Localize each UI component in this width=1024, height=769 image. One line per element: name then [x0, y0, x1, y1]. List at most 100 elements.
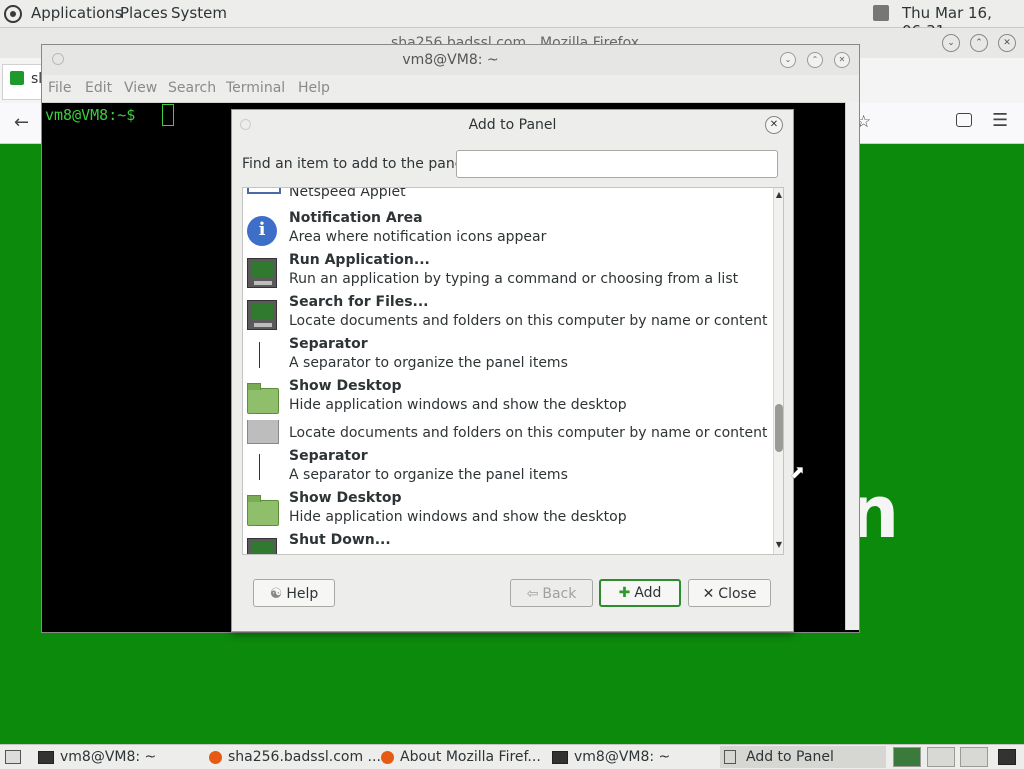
item-name: Netspeed Applet — [289, 187, 406, 200]
help-icon: ☯ — [269, 586, 283, 602]
list-item[interactable]: Locate documents and folders on this com… — [243, 420, 767, 448]
scrollbar-thumb[interactable] — [775, 404, 783, 452]
maximize-icon[interactable]: ⌃ — [807, 52, 823, 68]
dialog-title: Add to Panel — [468, 117, 557, 133]
top-panel: Applications Places System Thu Mar 16, 0… — [0, 0, 1024, 40]
firefox-icon — [209, 750, 222, 764]
trash-icon[interactable] — [998, 749, 1016, 765]
folder-icon — [247, 495, 279, 526]
taskbar-item-label: vm8@VM8: ~ — [574, 749, 671, 765]
terminal-menu-terminal[interactable]: Terminal — [226, 80, 285, 96]
window-icon — [724, 750, 736, 764]
close-icon[interactable]: ✕ — [998, 34, 1016, 52]
taskbar-item-firefox[interactable]: sha256.badssl.com ... — [209, 746, 381, 768]
terminal-menu-file[interactable]: File — [48, 80, 71, 96]
scroll-down-arrow-icon[interactable]: ▼ — [774, 540, 783, 549]
terminal-icon — [38, 750, 54, 764]
add-to-panel-dialog: Add to Panel ✕ Find an item to add to th… — [231, 109, 794, 632]
folder-icon — [247, 383, 279, 414]
window-menu-icon[interactable] — [240, 119, 251, 130]
list-item[interactable]: Search for Files... Locate documents and… — [243, 294, 768, 336]
list-item[interactable]: Separator A separator to organize the pa… — [243, 336, 767, 378]
workspace-2[interactable] — [927, 747, 955, 767]
firefox-icon — [381, 750, 394, 764]
terminal-menu-help[interactable]: Help — [298, 80, 330, 96]
back-arrow-icon[interactable]: ← — [14, 112, 29, 133]
terminal-title: vm8@VM8: ~ — [402, 52, 499, 68]
taskbar-item-firefox-about[interactable]: About Mozilla Firef... — [381, 746, 541, 768]
applet-list[interactable]: Netspeed Applet i Notification Area Area… — [242, 187, 784, 555]
taskbar-item-label: About Mozilla Firef... — [400, 749, 541, 765]
terminal-menu-edit[interactable]: Edit — [85, 80, 112, 96]
taskbar-item-terminal-2[interactable]: vm8@VM8: ~ — [552, 746, 670, 768]
terminal-cursor — [162, 104, 174, 126]
close-icon[interactable]: ✕ — [834, 52, 850, 68]
item-name: Search for Files... — [289, 294, 429, 310]
maximize-icon[interactable]: ⌃ — [970, 34, 988, 52]
terminal-titlebar: vm8@VM8: ~ ⌄ ⌃ ✕ — [42, 45, 859, 75]
monitor-icon — [247, 258, 277, 288]
close-button[interactable]: ✕ Close — [688, 579, 771, 607]
scroll-up-arrow-icon[interactable]: ▲ — [774, 190, 783, 199]
minimize-icon[interactable]: ⌄ — [780, 52, 796, 68]
terminal-menu-view[interactable]: View — [124, 80, 157, 96]
item-name: Run Application... — [289, 252, 430, 268]
info-icon: i — [247, 216, 277, 246]
distro-logo-icon[interactable] — [4, 5, 22, 23]
back-arrow-icon: ⇦ — [526, 586, 539, 602]
monitor-icon — [247, 300, 277, 330]
close-icon[interactable]: ✕ — [765, 116, 783, 134]
list-item[interactable]: i Notification Area Area where notificat… — [243, 210, 767, 252]
separator-icon — [259, 342, 260, 368]
item-name: Show Desktop — [289, 490, 402, 506]
close-button-label: Close — [718, 586, 757, 602]
pocket-icon[interactable] — [956, 113, 972, 127]
list-scrollbar[interactable]: ▲ ▼ — [773, 188, 783, 554]
item-name: Show Desktop — [289, 378, 402, 394]
taskbar-item-terminal[interactable]: vm8@VM8: ~ — [38, 746, 156, 768]
back-button-label: Back — [542, 586, 577, 602]
workspace-1[interactable] — [893, 747, 921, 767]
show-desktop-icon[interactable] — [5, 750, 21, 764]
item-description: Area where notification icons appear — [289, 229, 547, 245]
taskbar-item-label: Add to Panel — [746, 749, 834, 765]
close-icon: ✕ — [702, 586, 715, 602]
window-menu-icon[interactable] — [52, 53, 64, 65]
monitor-icon — [247, 420, 279, 444]
item-name: Notification Area — [289, 210, 423, 226]
mouse-pointer-icon: ⬈ — [790, 462, 806, 483]
list-item[interactable]: Show Desktop Hide application windows an… — [243, 378, 767, 420]
terminal-prompt: vm8@VM8:~$ — [45, 106, 136, 124]
add-button-label: Add — [634, 585, 662, 601]
plus-icon: ✚ — [618, 585, 631, 601]
item-name: Separator — [289, 336, 368, 352]
volume-icon[interactable] — [873, 5, 889, 21]
taskbar-item-add-to-panel[interactable]: Add to Panel — [720, 746, 886, 768]
back-button[interactable]: ⇦ Back — [510, 579, 593, 607]
minimize-icon[interactable]: ⌄ — [942, 34, 960, 52]
help-button[interactable]: ☯ Help — [253, 579, 335, 607]
workspace-3[interactable] — [960, 747, 988, 767]
item-description: Run an application by typing a command o… — [289, 271, 739, 287]
terminal-menu-search[interactable]: Search — [168, 80, 216, 96]
taskbar-item-label: sha256.badssl.com ... — [228, 749, 381, 765]
menu-applications[interactable]: Applications — [31, 4, 123, 22]
help-button-label: Help — [286, 586, 319, 602]
list-item[interactable]: Separator A separator to organize the pa… — [243, 448, 767, 490]
item-description: Locate documents and folders on this com… — [289, 425, 767, 441]
bottom-panel: vm8@VM8: ~ sha256.badssl.com ... About M… — [0, 744, 1024, 769]
hamburger-menu-icon[interactable]: ☰ — [992, 110, 1008, 131]
list-item[interactable]: Shut Down... — [243, 532, 767, 554]
menu-places[interactable]: Places — [120, 4, 168, 22]
terminal-scrollbar[interactable] — [845, 102, 859, 630]
list-item[interactable]: Show Desktop Hide application windows an… — [243, 490, 767, 532]
list-item[interactable]: Run Application... Run an application by… — [243, 252, 767, 294]
item-description: Locate documents and folders on this com… — [289, 313, 768, 329]
menu-system[interactable]: System — [171, 4, 227, 22]
search-input[interactable] — [456, 150, 778, 178]
taskbar-item-label: vm8@VM8: ~ — [60, 749, 157, 765]
item-name: Shut Down... — [289, 532, 391, 548]
item-description: A separator to organize the panel items — [289, 467, 568, 483]
add-button[interactable]: ✚ Add — [599, 579, 681, 607]
monitor-icon — [247, 538, 277, 554]
